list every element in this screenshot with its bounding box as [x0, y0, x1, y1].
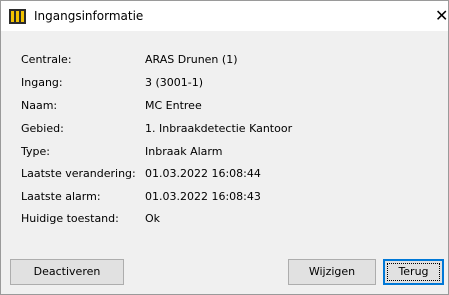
field-label: Naam:	[21, 99, 58, 112]
field-label: Laatste verandering:	[21, 167, 136, 180]
field-label: Laatste alarm:	[21, 190, 101, 203]
field-value: 1. Inbraakdetectie Kantoor	[145, 122, 293, 135]
field-value: Inbraak Alarm	[145, 145, 223, 158]
field-value: 3 (3001-1)	[145, 76, 204, 89]
close-icon[interactable]: ✕	[435, 5, 449, 27]
app-icon	[9, 9, 26, 24]
focus-rectangle	[387, 263, 440, 281]
back-button[interactable]: Terug	[383, 259, 444, 285]
field-value: Ok	[145, 212, 161, 225]
field-label: Huidige toestand:	[21, 212, 119, 225]
dialog-window: Ingangsinformatie ✕ Centrale: ARAS Drune…	[0, 0, 449, 295]
field-value: MC Entree	[145, 99, 202, 112]
field-label: Centrale:	[21, 53, 72, 66]
field-label: Ingang:	[21, 76, 63, 89]
field-value: ARAS Drunen (1)	[145, 53, 238, 66]
window-title: Ingangsinformatie	[34, 9, 144, 23]
field-value: 01.03.2022 16:08:44	[145, 167, 261, 180]
title-bar[interactable]: Ingangsinformatie ✕	[1, 1, 448, 31]
edit-button[interactable]: Wijzigen	[288, 259, 376, 285]
deactivate-button-label: Deactiveren	[33, 265, 101, 278]
field-label: Type:	[21, 145, 50, 158]
field-value: 01.03.2022 16:08:43	[145, 190, 261, 203]
field-label: Gebied:	[21, 122, 64, 135]
edit-button-label: Wijzigen	[308, 265, 356, 278]
deactivate-button[interactable]: Deactiveren	[10, 259, 124, 285]
